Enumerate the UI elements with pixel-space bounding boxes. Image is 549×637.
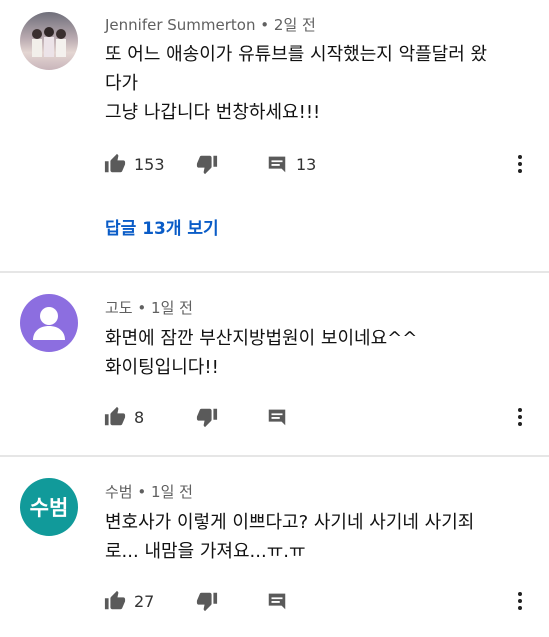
comment-line: 로... 내맘을 가져요...ㅠ.ㅠ <box>105 541 306 562</box>
thumb-down-icon <box>196 155 218 175</box>
author-name[interactable]: 수범 <box>105 483 133 501</box>
thumb-down-icon <box>196 408 218 428</box>
meta-separator: • <box>137 299 147 317</box>
comment-text: 화면에 잠깐 부산지방법원이 보이네요^^ 화이팅입니다!! <box>105 324 525 382</box>
comment-line: 다가 <box>105 73 139 94</box>
thumb-down-icon <box>196 592 218 612</box>
like-count: 153 <box>134 154 165 174</box>
reply-icon <box>268 409 286 426</box>
thumb-up-icon <box>104 153 126 173</box>
reply-button[interactable] <box>266 404 288 430</box>
comment-meta: 수범 • 1일 전 <box>105 481 193 502</box>
like-count: 8 <box>134 407 145 427</box>
comment-actions: 153 13 <box>100 151 540 177</box>
avatar[interactable] <box>20 294 78 352</box>
meta-separator: • <box>137 483 147 501</box>
comment-2: 고도 • 1일 전 화면에 잠깐 부산지방법원이 보이네요^^ 화이팅입니다!!… <box>0 273 549 453</box>
more-options-button[interactable] <box>510 151 530 177</box>
comment-time: 2일 전 <box>273 16 316 34</box>
thumb-up-icon <box>104 590 126 610</box>
reply-count: 13 <box>296 154 317 174</box>
avatar[interactable] <box>20 12 78 70</box>
comment-1: Jennifer Summerton • 2일 전 또 어느 애송이가 유튜브를… <box>0 0 549 270</box>
like-button[interactable]: 27 <box>104 588 154 614</box>
author-name[interactable]: Jennifer Summerton <box>105 16 256 34</box>
more-vert-icon <box>518 408 522 412</box>
thumb-up-icon <box>104 406 126 426</box>
comment-meta: Jennifer Summerton • 2일 전 <box>105 14 316 35</box>
author-name[interactable]: 고도 <box>105 299 133 317</box>
comment-line: 화이팅입니다!! <box>105 357 219 378</box>
comment-line: 또 어느 애송이가 유튜브를 시작했는지 악플달러 왔 <box>105 44 488 65</box>
meta-separator: • <box>260 16 270 34</box>
comment-text: 또 어느 애송이가 유튜브를 시작했는지 악플달러 왔 다가 그냥 나갑니다 번… <box>105 40 525 127</box>
more-vert-icon <box>518 592 522 596</box>
comment-actions: 27 <box>100 588 540 614</box>
view-replies-link[interactable]: 답글 13개 보기 <box>105 214 219 239</box>
dislike-button[interactable] <box>196 588 218 614</box>
avatar[interactable]: 수범 <box>20 478 78 536</box>
comment-time: 1일 전 <box>151 483 193 501</box>
comment-line: 변호사가 이렇게 이쁘다고? 사기네 사기네 사기죄 <box>105 512 475 533</box>
comment-line: 그냥 나갑니다 번창하세요!!! <box>105 102 321 123</box>
reply-icon <box>268 593 286 610</box>
like-count: 27 <box>134 591 155 611</box>
default-person-icon <box>33 307 65 340</box>
comment-3: 수범 수범 • 1일 전 변호사가 이렇게 이쁘다고? 사기네 사기네 사기죄 … <box>0 457 549 637</box>
like-button[interactable]: 153 <box>104 151 165 177</box>
reply-button[interactable] <box>266 588 288 614</box>
more-vert-icon <box>518 155 522 159</box>
comment-meta: 고도 • 1일 전 <box>105 297 193 318</box>
comment-actions: 8 <box>100 404 540 430</box>
comment-line: 화면에 잠깐 부산지방법원이 보이네요^^ <box>105 328 418 349</box>
reply-icon <box>268 156 286 173</box>
avatar-initials: 수범 <box>29 496 69 520</box>
comment-text: 변호사가 이렇게 이쁘다고? 사기네 사기네 사기죄 로... 내맘을 가져요.… <box>105 508 525 566</box>
dislike-button[interactable] <box>196 151 218 177</box>
more-options-button[interactable] <box>510 588 530 614</box>
dislike-button[interactable] <box>196 404 218 430</box>
group-photo-icon <box>32 27 66 57</box>
like-button[interactable]: 8 <box>104 404 144 430</box>
more-options-button[interactable] <box>510 404 530 430</box>
comment-time: 1일 전 <box>151 299 193 317</box>
reply-button[interactable]: 13 <box>266 151 316 177</box>
